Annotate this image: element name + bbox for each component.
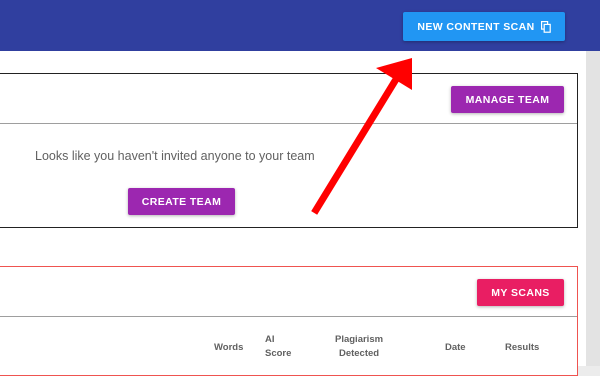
vertical-scrollbar[interactable] [586,51,600,366]
new-content-scan-button[interactable]: NEW CONTENT SCAN [403,12,565,41]
scans-card-divider [0,316,577,317]
new-content-scan-label: NEW CONTENT SCAN [417,20,535,33]
column-header-ai-line1: AI [265,334,275,345]
team-card-divider [0,123,577,124]
copy-icon [540,20,551,33]
column-header-ai-line2: Score [265,348,292,359]
manage-team-button[interactable]: MANAGE TEAM [451,86,564,113]
column-header-plagiarism[interactable]: Plagiarism Detected [335,333,383,361]
empty-team-message: Looks like you haven't invited anyone to… [35,149,315,163]
column-header-date[interactable]: Date [445,341,466,355]
create-team-button[interactable]: CREATE TEAM [128,188,235,215]
column-header-ai-score[interactable]: AI Score [265,333,291,361]
column-header-plag-line2: Detected [338,348,380,359]
column-header-results[interactable]: Results [505,341,539,355]
my-scans-button[interactable]: MY SCANS [477,279,564,306]
scans-card: MY SCANS Words AI Score Plagiarism Detec… [0,266,578,376]
column-header-words[interactable]: Words [214,341,243,355]
column-header-plag-line1: Plagiarism [335,334,384,345]
team-card: MANAGE TEAM Looks like you haven't invit… [0,73,578,228]
top-app-bar: NEW CONTENT SCAN [0,0,600,51]
